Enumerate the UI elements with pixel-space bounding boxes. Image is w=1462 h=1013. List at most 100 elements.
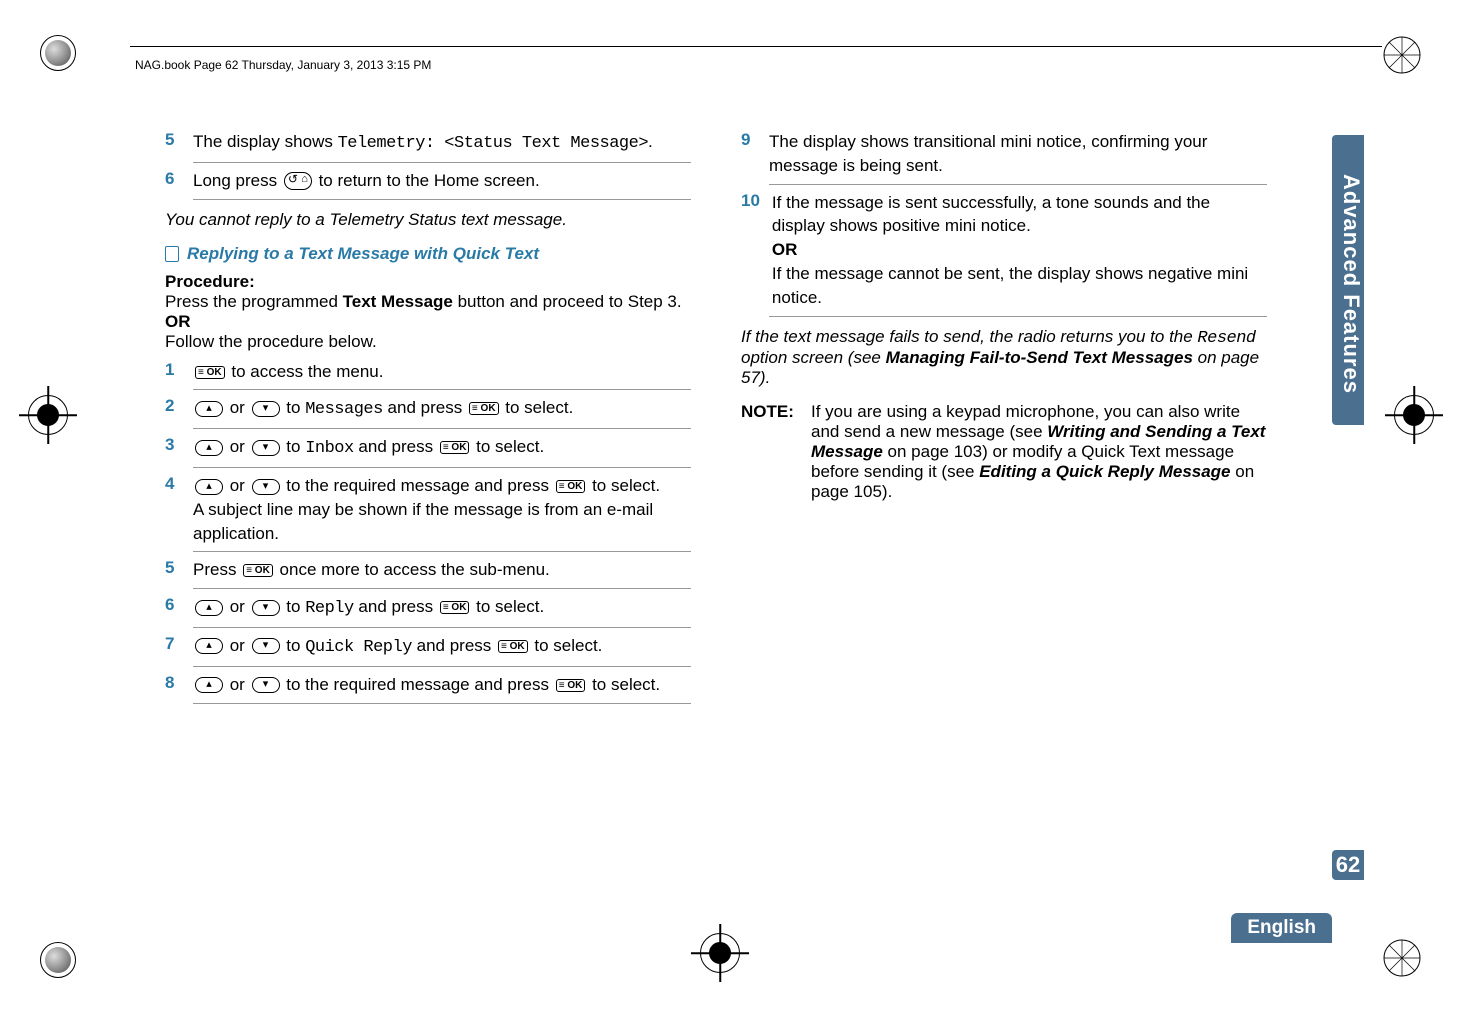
crop-target-icon bbox=[1394, 395, 1434, 435]
or-label: OR bbox=[772, 238, 1267, 262]
divider bbox=[193, 588, 691, 589]
text: or bbox=[225, 597, 250, 616]
crop-target-icon bbox=[700, 933, 740, 973]
procedure-text: Press the programmed Text Message button… bbox=[165, 292, 691, 312]
note-line: You cannot reply to a Telemetry Status t… bbox=[165, 210, 691, 230]
text: . bbox=[648, 132, 653, 151]
text: Press the programmed bbox=[165, 292, 343, 311]
text: If the message cannot be sent, the displ… bbox=[772, 262, 1267, 310]
ok-button-icon: ≡ OK bbox=[556, 679, 586, 692]
substep-8: 8 ▴ or ▾ to the required message and pre… bbox=[165, 673, 691, 697]
procedure-label: Procedure: bbox=[165, 272, 691, 292]
substep-2: 2 ▴ or ▾ to Messages and press ≡ OK to s… bbox=[165, 396, 691, 422]
divider bbox=[769, 316, 1267, 317]
substep-5: 5 Press ≡ OK once more to access the sub… bbox=[165, 558, 691, 582]
text: to the required message and press bbox=[282, 476, 554, 495]
text: Long press bbox=[193, 171, 282, 190]
text: to bbox=[282, 398, 306, 417]
step-text-line2: A subject line may be shown if the messa… bbox=[193, 498, 691, 546]
code-text: Messages bbox=[305, 400, 383, 419]
text: If the text message fails to send, the r… bbox=[741, 327, 1197, 346]
code-text: Inbox bbox=[305, 439, 354, 458]
text: and press bbox=[354, 437, 438, 456]
text: to access the menu. bbox=[227, 362, 384, 381]
step-number: 10 bbox=[741, 191, 760, 310]
section-heading: Replying to a Text Message with Quick Te… bbox=[165, 244, 691, 264]
up-arrow-icon: ▴ bbox=[195, 440, 223, 456]
heading-text: Replying to a Text Message with Quick Te… bbox=[187, 244, 539, 264]
step-text: ▴ or ▾ to the required message and press… bbox=[193, 474, 691, 545]
text: or bbox=[225, 437, 250, 456]
substep-4: 4 ▴ or ▾ to the required message and pre… bbox=[165, 474, 691, 545]
divider bbox=[193, 199, 691, 200]
step-text: Long press to return to the Home screen. bbox=[193, 169, 691, 193]
procedure-text: Follow the procedure below. bbox=[165, 332, 691, 352]
text: once more to access the sub-menu. bbox=[275, 560, 550, 579]
registration-mark-icon bbox=[40, 942, 76, 978]
down-arrow-icon: ▾ bbox=[252, 401, 280, 417]
step-text: ▴ or ▾ to the required message and press… bbox=[193, 673, 691, 697]
down-arrow-icon: ▾ bbox=[252, 638, 280, 654]
crop-target-icon bbox=[28, 395, 68, 435]
ok-button-icon: ≡ OK bbox=[440, 441, 470, 454]
left-column: 5 The display shows Telemetry: <Status T… bbox=[165, 130, 691, 883]
step-5: 5 The display shows Telemetry: <Status T… bbox=[165, 130, 691, 156]
up-arrow-icon: ▴ bbox=[195, 638, 223, 654]
step-text: ▴ or ▾ to Reply and press ≡ OK to select… bbox=[193, 595, 691, 621]
down-arrow-icon: ▾ bbox=[252, 677, 280, 693]
ok-button-icon: ≡ OK bbox=[243, 564, 273, 577]
up-arrow-icon: ▴ bbox=[195, 479, 223, 495]
ok-button-icon: ≡ OK bbox=[469, 402, 499, 415]
divider bbox=[193, 428, 691, 429]
bold-text: Editing a Quick Reply Message bbox=[979, 462, 1230, 481]
step-text: ▴ or ▾ to Quick Reply and press ≡ OK to … bbox=[193, 634, 691, 660]
note-body: If you are using a keypad microphone, yo… bbox=[811, 402, 1267, 502]
registration-mark-icon bbox=[40, 35, 76, 71]
page-content: 5 The display shows Telemetry: <Status T… bbox=[165, 130, 1267, 883]
ok-button-icon: ≡ OK bbox=[556, 480, 586, 493]
text: or bbox=[225, 476, 250, 495]
up-arrow-icon: ▴ bbox=[195, 401, 223, 417]
text: The display shows bbox=[193, 132, 338, 151]
divider bbox=[193, 703, 691, 704]
right-column: 9 The display shows transitional mini no… bbox=[741, 130, 1267, 883]
step-number: 5 bbox=[165, 130, 181, 156]
text: to select. bbox=[587, 675, 660, 694]
divider bbox=[193, 389, 691, 390]
color-wheel-icon bbox=[1382, 35, 1422, 75]
substep-3: 3 ▴ or ▾ to Inbox and press ≡ OK to sele… bbox=[165, 435, 691, 461]
ok-button-icon: ≡ OK bbox=[440, 601, 470, 614]
color-wheel-icon bbox=[1382, 938, 1422, 978]
step-number: 9 bbox=[741, 130, 757, 178]
text: Press bbox=[193, 560, 241, 579]
divider bbox=[193, 467, 691, 468]
substep-7: 7 ▴ or ▾ to Quick Reply and press ≡ OK t… bbox=[165, 634, 691, 660]
up-arrow-icon: ▴ bbox=[195, 600, 223, 616]
step-text: The display shows transitional mini noti… bbox=[769, 130, 1267, 178]
text: to select. bbox=[471, 597, 544, 616]
step-number: 5 bbox=[165, 558, 181, 582]
text: to select. bbox=[501, 398, 574, 417]
header-text: NAG.book Page 62 Thursday, January 3, 20… bbox=[135, 58, 431, 72]
note-label: NOTE: bbox=[741, 402, 801, 502]
down-arrow-icon: ▾ bbox=[252, 479, 280, 495]
code-text: Resend bbox=[1197, 329, 1255, 348]
down-arrow-icon: ▾ bbox=[252, 440, 280, 456]
text: or bbox=[225, 636, 250, 655]
text: to return to the Home screen. bbox=[314, 171, 540, 190]
text: to select. bbox=[530, 636, 603, 655]
text: to bbox=[282, 636, 306, 655]
step-number: 8 bbox=[165, 673, 181, 697]
step-9: 9 The display shows transitional mini no… bbox=[741, 130, 1267, 178]
header-rule bbox=[130, 46, 1382, 47]
step-text: If the message is sent successfully, a t… bbox=[772, 191, 1267, 310]
step-number: 3 bbox=[165, 435, 181, 461]
home-button-icon bbox=[284, 172, 312, 190]
page-number: 62 bbox=[1332, 850, 1364, 880]
divider bbox=[193, 666, 691, 667]
fail-note: If the text message fails to send, the r… bbox=[741, 327, 1267, 388]
step-number: 6 bbox=[165, 595, 181, 621]
text: to the required message and press bbox=[282, 675, 554, 694]
bold-text: Text Message bbox=[343, 292, 453, 311]
text: to bbox=[282, 597, 306, 616]
